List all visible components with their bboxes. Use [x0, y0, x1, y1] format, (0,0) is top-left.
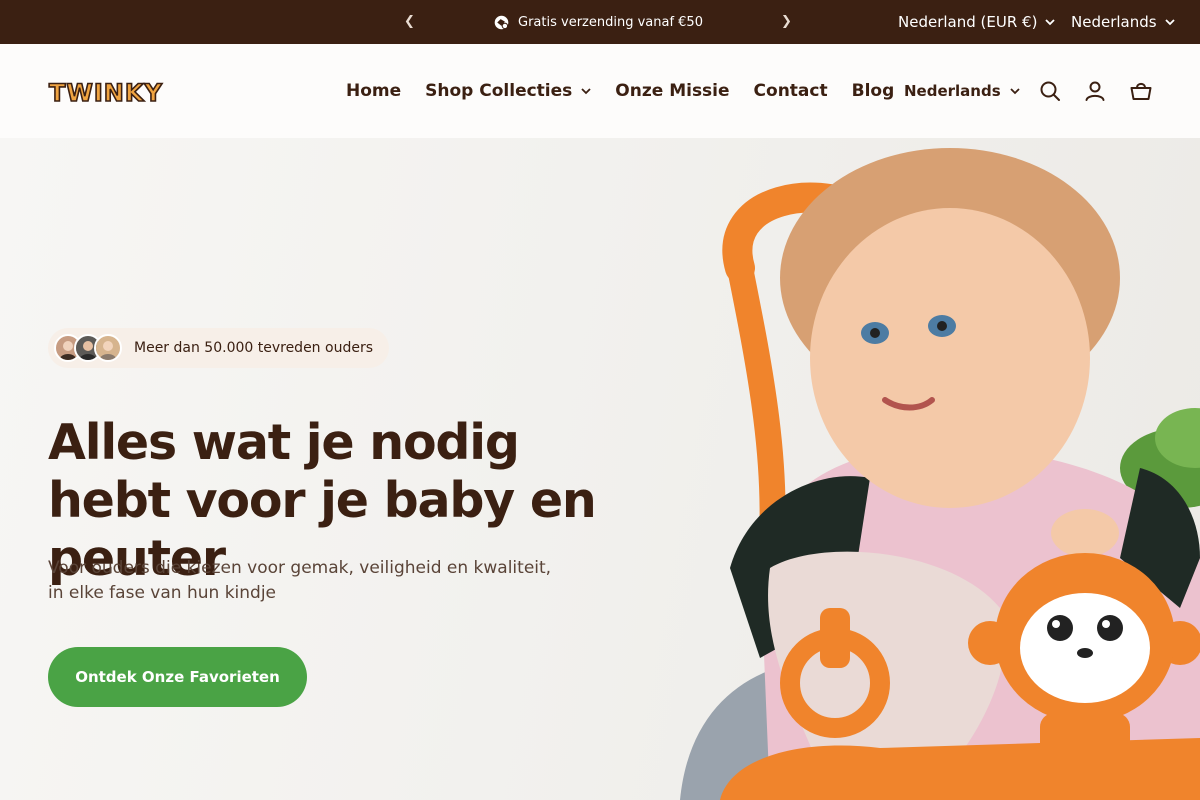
hero-banner: Meer dan 50.000 tevreden ouders Alles wa…: [0, 138, 1200, 800]
shipping-icon: [494, 15, 509, 29]
chevron-down-icon: [1045, 19, 1056, 26]
chevron-down-icon: [1164, 19, 1175, 26]
chevron-down-icon: [581, 88, 591, 95]
hero-subtext: Voor ouders die kiezen voor gemak, veili…: [48, 558, 552, 603]
announcement-bar: ❮ Gratis verzending vanaf €50 ❯ Nederlan…: [0, 0, 1200, 44]
search-icon[interactable]: [1038, 79, 1062, 103]
nav-contact-label: Contact: [753, 81, 828, 101]
announcement-message: Gratis verzending vanaf €50: [493, 0, 703, 44]
avatar: [94, 334, 122, 362]
nav-contact[interactable]: Contact: [754, 81, 828, 101]
parent-avatars: [54, 334, 122, 362]
language-selector-top-label: Nederlands: [1071, 13, 1157, 31]
brand-logo[interactable]: TWINKY: [48, 78, 170, 108]
chevron-left-icon[interactable]: ❮: [404, 0, 415, 44]
language-selector[interactable]: Nederlands: [904, 44, 1020, 138]
nav-blog-label: Blog: [851, 81, 895, 101]
account-icon[interactable]: [1083, 79, 1107, 103]
cart-icon[interactable]: [1129, 79, 1153, 103]
discover-favorites-label: Ontdek Onze Favorieten: [75, 668, 280, 686]
site-header: TWINKY Home Shop Collecties Onze Missie …: [0, 44, 1200, 138]
hero-image-baby-walker: [620, 138, 1200, 800]
main-nav: Home Shop Collecties Onze Missie Contact…: [346, 44, 894, 138]
nav-onze-missie[interactable]: Onze Missie: [615, 81, 729, 101]
language-selector-top[interactable]: Nederlands: [1071, 0, 1175, 44]
language-selector-label: Nederlands: [904, 82, 1001, 100]
nav-blog[interactable]: Blog: [852, 81, 895, 101]
chevron-down-icon: [1010, 88, 1020, 95]
nav-shop-collecties[interactable]: Shop Collecties: [425, 81, 591, 101]
chevron-right-icon[interactable]: ❯: [781, 0, 792, 44]
nav-onze-missie-label: Onze Missie: [615, 81, 730, 101]
social-proof-badge: Meer dan 50.000 tevreden ouders: [48, 328, 389, 368]
discover-favorites-button[interactable]: Ontdek Onze Favorieten: [48, 647, 307, 707]
country-selector[interactable]: Nederland (EUR €): [898, 0, 1056, 44]
nav-home[interactable]: Home: [346, 81, 401, 101]
nav-shop-collecties-label: Shop Collecties: [425, 81, 573, 101]
social-proof-text: Meer dan 50.000 tevreden ouders: [134, 340, 373, 356]
announcement-text: Gratis verzending vanaf €50: [518, 14, 703, 30]
nav-home-label: Home: [346, 81, 402, 101]
country-selector-label: Nederland (EUR €): [898, 13, 1038, 31]
svg-text:TWINKY: TWINKY: [49, 79, 163, 106]
